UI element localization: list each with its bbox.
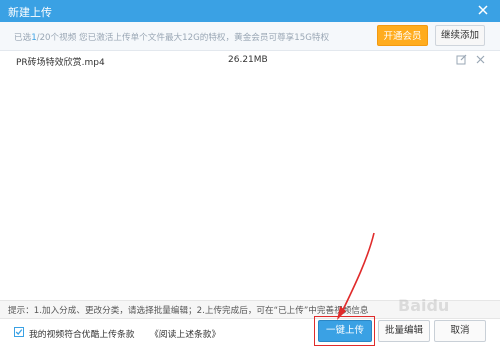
title-bar: 新建上传 (0, 0, 500, 22)
file-name: PR砖场特效欣赏.mp4 (16, 58, 105, 68)
agree-label: 我的视频符合优酷上传条款 (29, 330, 135, 340)
terms-link[interactable]: 《阅读上述条款》 (150, 327, 220, 340)
delete-icon[interactable] (475, 54, 486, 65)
watermark: Baidu (398, 296, 450, 315)
edit-icon[interactable] (456, 54, 467, 65)
agree-checkbox[interactable] (14, 327, 24, 337)
batch-edit-button[interactable]: 批量编辑 (378, 320, 430, 342)
highlight-box (314, 316, 375, 346)
cancel-button[interactable]: 取消 (434, 320, 486, 342)
file-row: PR砖场特效欣赏.mp4 26.21MB (0, 51, 500, 70)
vip-button[interactable]: 开通会员 (377, 25, 428, 46)
file-size: 26.21MB (228, 55, 268, 65)
continue-add-button[interactable]: 继续添加 (435, 25, 485, 46)
checkbox-checked-icon (15, 329, 23, 335)
upload-dialog: 新建上传 已选1/20个视频 您已激活上传单个文件最大12G的特权，黄金会员可尊… (0, 0, 500, 351)
close-icon[interactable] (476, 3, 490, 17)
quota-info-text: 已选1/20个视频 您已激活上传单个文件最大12G的特权，黄金会员可尊享15G特… (14, 33, 330, 43)
tip-text: 提示：1.加入分成、更改分类，请选择批量编辑；2.上传完成后，可在“已上传”中完… (8, 306, 369, 316)
dialog-title: 新建上传 (8, 6, 52, 19)
